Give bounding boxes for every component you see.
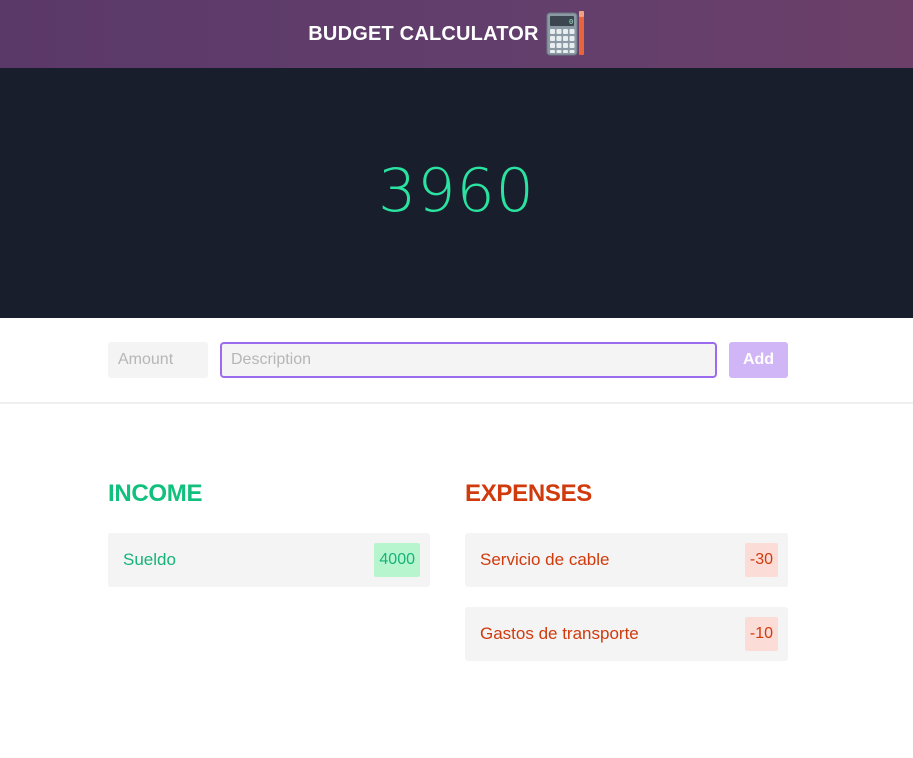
income-item-value: 4000 — [374, 543, 420, 577]
calculator-icon: 0 — [543, 9, 587, 59]
income-heading: INCOME — [108, 480, 203, 507]
income-column: INCOME Sueldo 4000 — [108, 480, 430, 607]
entry-form: Add — [0, 318, 913, 404]
balance-panel: 3960 — [0, 68, 913, 318]
income-list: Sueldo 4000 — [108, 533, 430, 587]
expense-item-value: -10 — [744, 617, 778, 651]
amount-input[interactable] — [108, 342, 208, 378]
add-button[interactable]: Add — [729, 342, 788, 378]
expenses-list: Servicio de cable -30 Gastos de transpor… — [465, 533, 788, 661]
expense-item-description: Gastos de transporte — [480, 624, 639, 643]
expense-item-description: Servicio de cable — [480, 550, 610, 569]
expense-item-value: -30 — [744, 543, 778, 577]
balance-total: 3960 — [378, 156, 535, 226]
app-title: BUDGET CALCULATOR — [308, 22, 539, 45]
expense-item[interactable]: Gastos de transporte -10 — [465, 607, 788, 661]
income-item-description: Sueldo — [123, 550, 176, 569]
description-input[interactable] — [220, 342, 717, 378]
expenses-column: EXPENSES Servicio de cable -30 Gastos de… — [465, 480, 788, 681]
expenses-heading: EXPENSES — [465, 480, 592, 507]
expense-item[interactable]: Servicio de cable -30 — [465, 533, 788, 587]
svg-text:0: 0 — [569, 18, 573, 26]
income-item[interactable]: Sueldo 4000 — [108, 533, 430, 587]
app-header: BUDGET CALCULATOR 0 — [0, 0, 913, 68]
